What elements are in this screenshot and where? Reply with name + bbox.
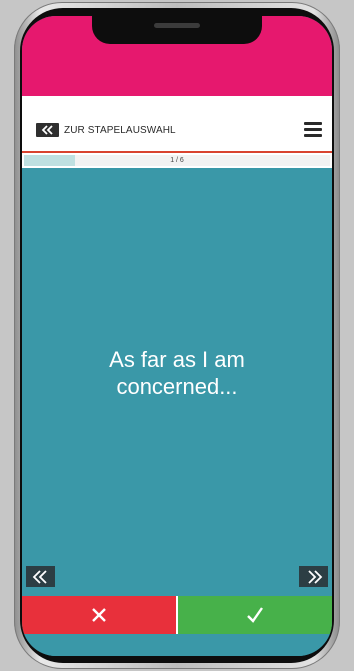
progress-text: 1 / 6	[170, 157, 184, 164]
menu-bar	[304, 122, 322, 125]
progress-track: 1 / 6	[24, 155, 330, 166]
flashcard-line: concerned...	[116, 374, 238, 399]
menu-bar	[304, 128, 322, 131]
phone-screen: ZUR STAPELAUSWAHL 1 / 6 As far as I am c…	[22, 16, 332, 656]
cross-icon	[92, 608, 106, 622]
progress-bar: 1 / 6	[22, 153, 332, 168]
flashcard-line: As far as I am	[109, 347, 245, 372]
double-chevron-left-icon	[36, 123, 59, 137]
app-header: ZUR STAPELAUSWAHL	[22, 96, 332, 153]
previous-card-button[interactable]	[26, 566, 55, 587]
screen-bottom	[22, 634, 332, 656]
back-label: ZUR STAPELAUSWAHL	[64, 124, 176, 136]
next-card-button[interactable]	[299, 566, 328, 587]
wrong-answer-button[interactable]	[22, 596, 178, 634]
phone-notch	[92, 16, 262, 44]
checkmark-icon	[247, 607, 263, 623]
double-chevron-left-icon	[32, 569, 47, 584]
speaker-grille	[154, 23, 200, 28]
stage: ZUR STAPELAUSWAHL 1 / 6 As far as I am c…	[0, 0, 354, 671]
menu-bar	[304, 134, 322, 137]
answer-buttons	[22, 596, 332, 634]
back-to-deck-selection-button[interactable]: ZUR STAPELAUSWAHL	[36, 123, 176, 137]
flashcard[interactable]: As far as I am concerned...	[22, 168, 332, 596]
hamburger-menu-icon[interactable]	[304, 122, 322, 137]
double-chevron-right-icon	[307, 569, 322, 584]
flashcard-text: As far as I am concerned...	[22, 346, 332, 400]
correct-answer-button[interactable]	[178, 596, 332, 634]
